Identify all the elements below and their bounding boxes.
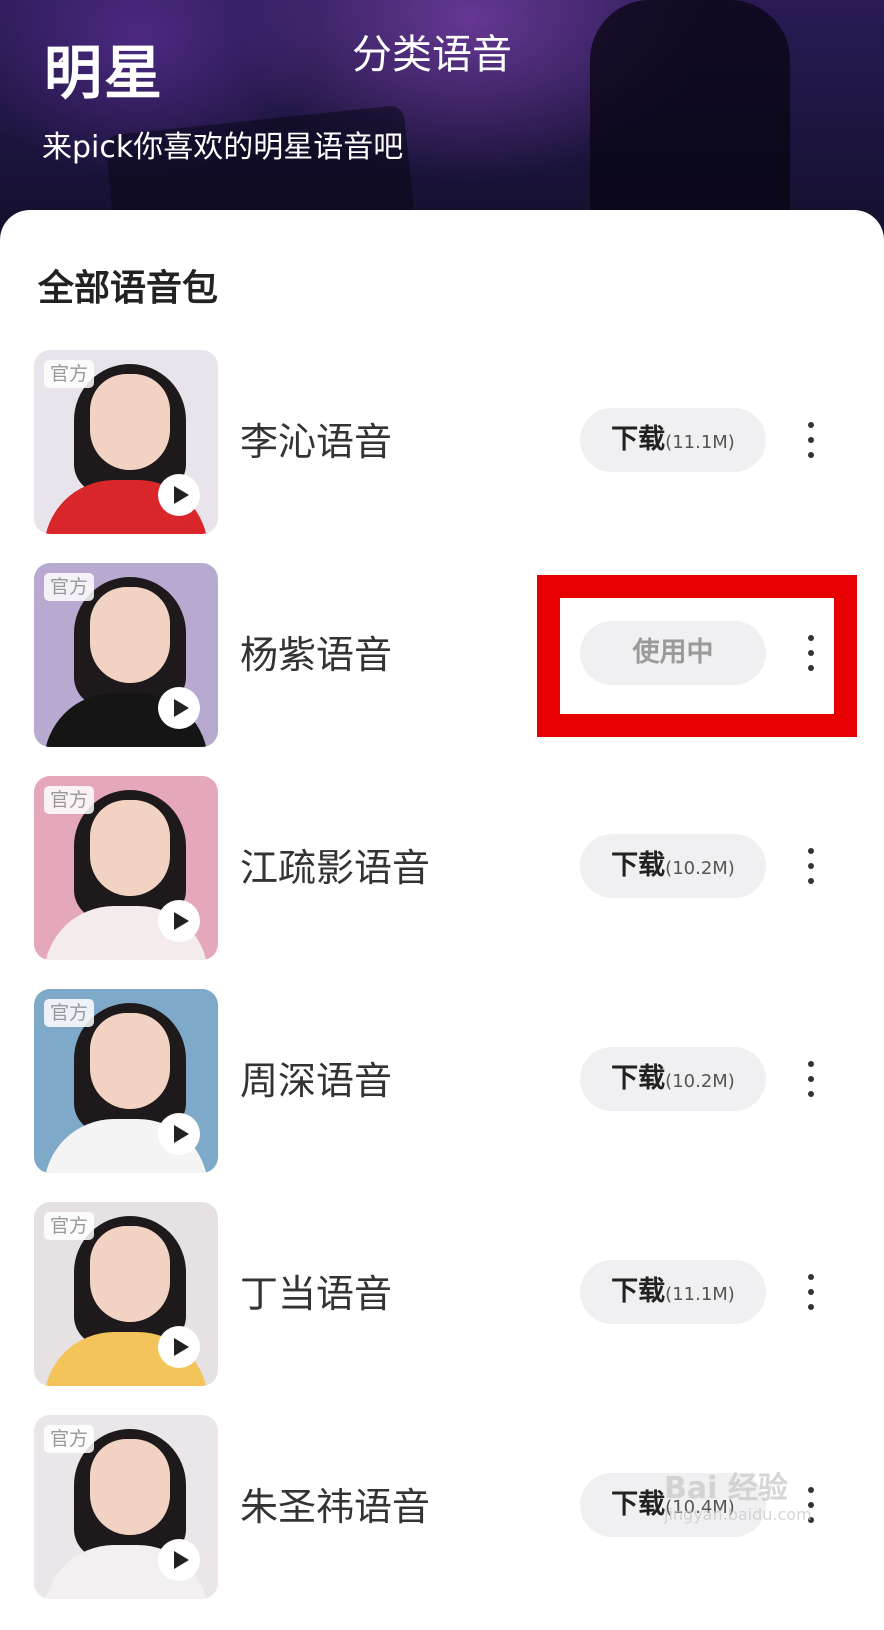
voice-pack-name: 杨紫语音 xyxy=(240,633,393,677)
download-button[interactable]: 下载(11.1M) xyxy=(580,408,766,472)
download-button[interactable]: 下载(10.2M) xyxy=(580,834,766,898)
voice-pack-name: 周深语音 xyxy=(240,1059,393,1103)
play-icon[interactable] xyxy=(158,687,200,729)
more-options-icon[interactable] xyxy=(798,1268,824,1316)
voice-pack-name: 李沁语音 xyxy=(240,420,393,464)
avatar-face xyxy=(90,374,170,470)
file-size: (11.1M) xyxy=(665,1284,735,1305)
official-badge: 官方 xyxy=(44,999,95,1027)
avatar[interactable]: 官方 xyxy=(34,563,218,747)
file-size: (10.2M) xyxy=(665,1071,735,1092)
voice-pack-name: 朱圣祎语音 xyxy=(240,1485,431,1529)
button-label: 下载 xyxy=(611,1063,666,1094)
official-badge: 官方 xyxy=(44,1425,95,1453)
section-title: 全部语音包 xyxy=(38,268,219,309)
download-button[interactable]: 下载(11.1M) xyxy=(580,1260,766,1324)
official-badge: 官方 xyxy=(44,360,95,388)
avatar[interactable]: 官方 xyxy=(34,1415,218,1599)
avatar[interactable]: 官方 xyxy=(34,1202,218,1386)
download-button[interactable]: 下载(10.2M) xyxy=(580,1047,766,1111)
list-item[interactable]: 官方丁当语音 下载(11.1M) xyxy=(0,1202,884,1388)
watermark-url: jingyan.baidu.com xyxy=(664,1505,812,1524)
play-icon[interactable] xyxy=(158,1326,200,1368)
button-label: 下载 xyxy=(611,1276,666,1307)
avatar-face xyxy=(90,800,170,896)
button-label: 下载 xyxy=(611,850,666,881)
avatar-face xyxy=(90,1013,170,1109)
watermark: Bai 经验 jingyan.baidu.com xyxy=(664,1472,874,1532)
button-label: 使用中 xyxy=(632,637,714,668)
play-icon[interactable] xyxy=(158,1539,200,1581)
file-size: (10.2M) xyxy=(665,858,735,879)
play-icon[interactable] xyxy=(158,900,200,942)
list-item[interactable]: 官方李沁语音 下载(11.1M) xyxy=(0,350,884,536)
list-item[interactable]: 官方周深语音 下载(10.2M) xyxy=(0,989,884,1175)
page-subtitle: 来pick你喜欢的明星语音吧 xyxy=(42,130,404,165)
banner-figure-image xyxy=(590,0,790,240)
avatar-face xyxy=(90,587,170,683)
more-options-icon[interactable] xyxy=(798,1055,824,1103)
official-badge: 官方 xyxy=(44,573,95,601)
more-options-icon[interactable] xyxy=(798,416,824,464)
button-label: 下载 xyxy=(611,424,666,455)
official-badge: 官方 xyxy=(44,786,95,814)
watermark-text: Bai 经验 xyxy=(664,1471,788,1506)
more-options-icon[interactable] xyxy=(798,842,824,890)
voice-pack-name: 江疏影语音 xyxy=(240,846,431,890)
more-options-icon[interactable] xyxy=(798,629,824,677)
avatar[interactable]: 官方 xyxy=(34,776,218,960)
tab-category-voices[interactable]: 分类语音 xyxy=(352,30,512,80)
file-size: (11.1M) xyxy=(665,432,735,453)
avatar[interactable]: 官方 xyxy=(34,989,218,1173)
official-badge: 官方 xyxy=(44,1212,95,1240)
avatar[interactable]: 官方 xyxy=(34,350,218,534)
list-item[interactable]: 官方江疏影语音 下载(10.2M) xyxy=(0,776,884,962)
voice-pack-name: 丁当语音 xyxy=(240,1272,393,1316)
button-label: 下载 xyxy=(611,1489,666,1520)
play-icon[interactable] xyxy=(158,474,200,516)
list-item[interactable]: 官方杨紫语音 使用中 xyxy=(0,563,884,749)
back-icon[interactable]: ‹ xyxy=(56,40,70,80)
play-icon[interactable] xyxy=(158,1113,200,1155)
avatar-face xyxy=(90,1226,170,1322)
in-use-button[interactable]: 使用中 xyxy=(580,621,766,685)
avatar-face xyxy=(90,1439,170,1535)
